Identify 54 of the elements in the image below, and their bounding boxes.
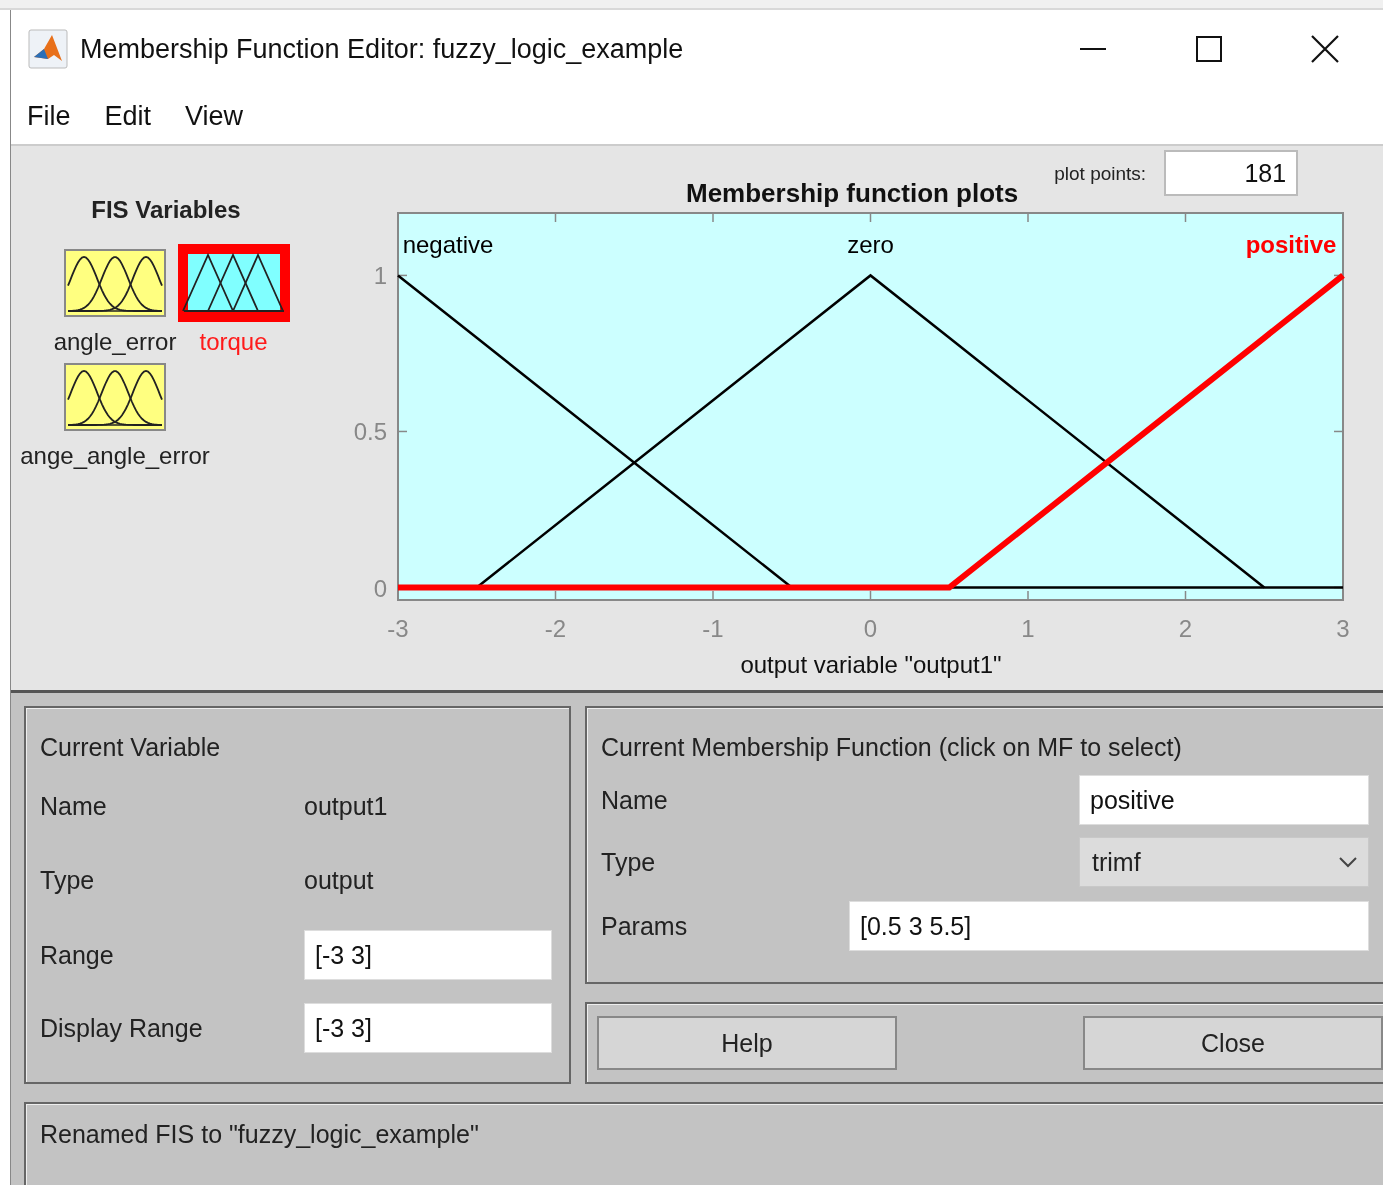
- field-label: Range: [40, 940, 115, 970]
- mf-label[interactable]: negative: [402, 231, 494, 258]
- field-label: Type: [40, 865, 96, 895]
- type-dropdown[interactable]: trimf: [1079, 837, 1369, 887]
- plot-points-label: plot points:: [1054, 163, 1147, 185]
- app-icon: [28, 29, 68, 69]
- status-message: Renamed FIS to "fuzzy_logic_example": [40, 1120, 479, 1148]
- field-value: output: [304, 865, 375, 895]
- field-label: Type: [601, 847, 657, 877]
- y-tick-label: 0.5: [353, 418, 387, 446]
- maximize-icon[interactable]: [1196, 36, 1222, 62]
- dialog-button[interactable]: Help: [597, 1016, 897, 1070]
- membership-line[interactable]: [398, 273, 1345, 591]
- input-field[interactable]: [-3 3]: [304, 1003, 552, 1053]
- field-label: Display Range: [40, 1013, 204, 1043]
- chevron-down-icon: [1338, 856, 1358, 868]
- x-tick-label: 2: [1178, 615, 1193, 642]
- group-title: Current Variable: [40, 732, 222, 762]
- section-title: FIS Variables: [91, 196, 241, 224]
- plot-area[interactable]: [397, 212, 1344, 601]
- window-title: Membership Function Editor: fuzzy_logic_example: [80, 33, 685, 65]
- input-field[interactable]: [-3 3]: [304, 930, 552, 980]
- x-axis-label: output variable "output1": [740, 651, 1002, 678]
- y-tick-label: 1: [373, 262, 387, 290]
- minimize-icon[interactable]: [1080, 47, 1106, 51]
- field-label: Name: [601, 785, 669, 815]
- variable-label: torque: [199, 328, 268, 356]
- gaussian-curves-icon[interactable]: [64, 249, 166, 317]
- plot-points-field[interactable]: 181: [1164, 150, 1299, 196]
- x-tick-label: 1: [1021, 615, 1035, 642]
- plot-title: Membership function plots: [686, 177, 1019, 209]
- group-title: Current Membership Function (click on MF to select): [601, 732, 1183, 762]
- variable-label: angle_error: [53, 328, 177, 356]
- dialog-button[interactable]: Close: [1083, 1016, 1383, 1070]
- close-icon[interactable]: [1311, 35, 1339, 63]
- variable-label: ange_angle_error: [20, 442, 210, 470]
- x-tick-label: 3: [1336, 615, 1350, 642]
- input-field[interactable]: [0.5 3 5.5]: [849, 901, 1369, 951]
- x-tick-label: 0: [863, 615, 878, 642]
- input-field[interactable]: positive: [1079, 775, 1369, 825]
- triangle-curves-icon[interactable]: [177, 244, 290, 322]
- field-value: output1: [304, 791, 389, 821]
- menu-item[interactable]: File: [27, 100, 71, 132]
- menu-item[interactable]: View: [185, 100, 244, 132]
- gaussian-curves-icon[interactable]: [64, 363, 166, 431]
- mf-label[interactable]: zero: [847, 231, 894, 258]
- x-tick-label: -3: [387, 615, 409, 642]
- mf-label[interactable]: positive: [1245, 231, 1337, 258]
- menu-item[interactable]: Edit: [104, 100, 152, 132]
- x-tick-label: -2: [544, 615, 567, 642]
- y-tick-label: 0: [373, 574, 387, 602]
- field-label: Name: [40, 791, 108, 821]
- x-tick-label: -1: [702, 615, 724, 642]
- field-label: Params: [601, 911, 689, 941]
